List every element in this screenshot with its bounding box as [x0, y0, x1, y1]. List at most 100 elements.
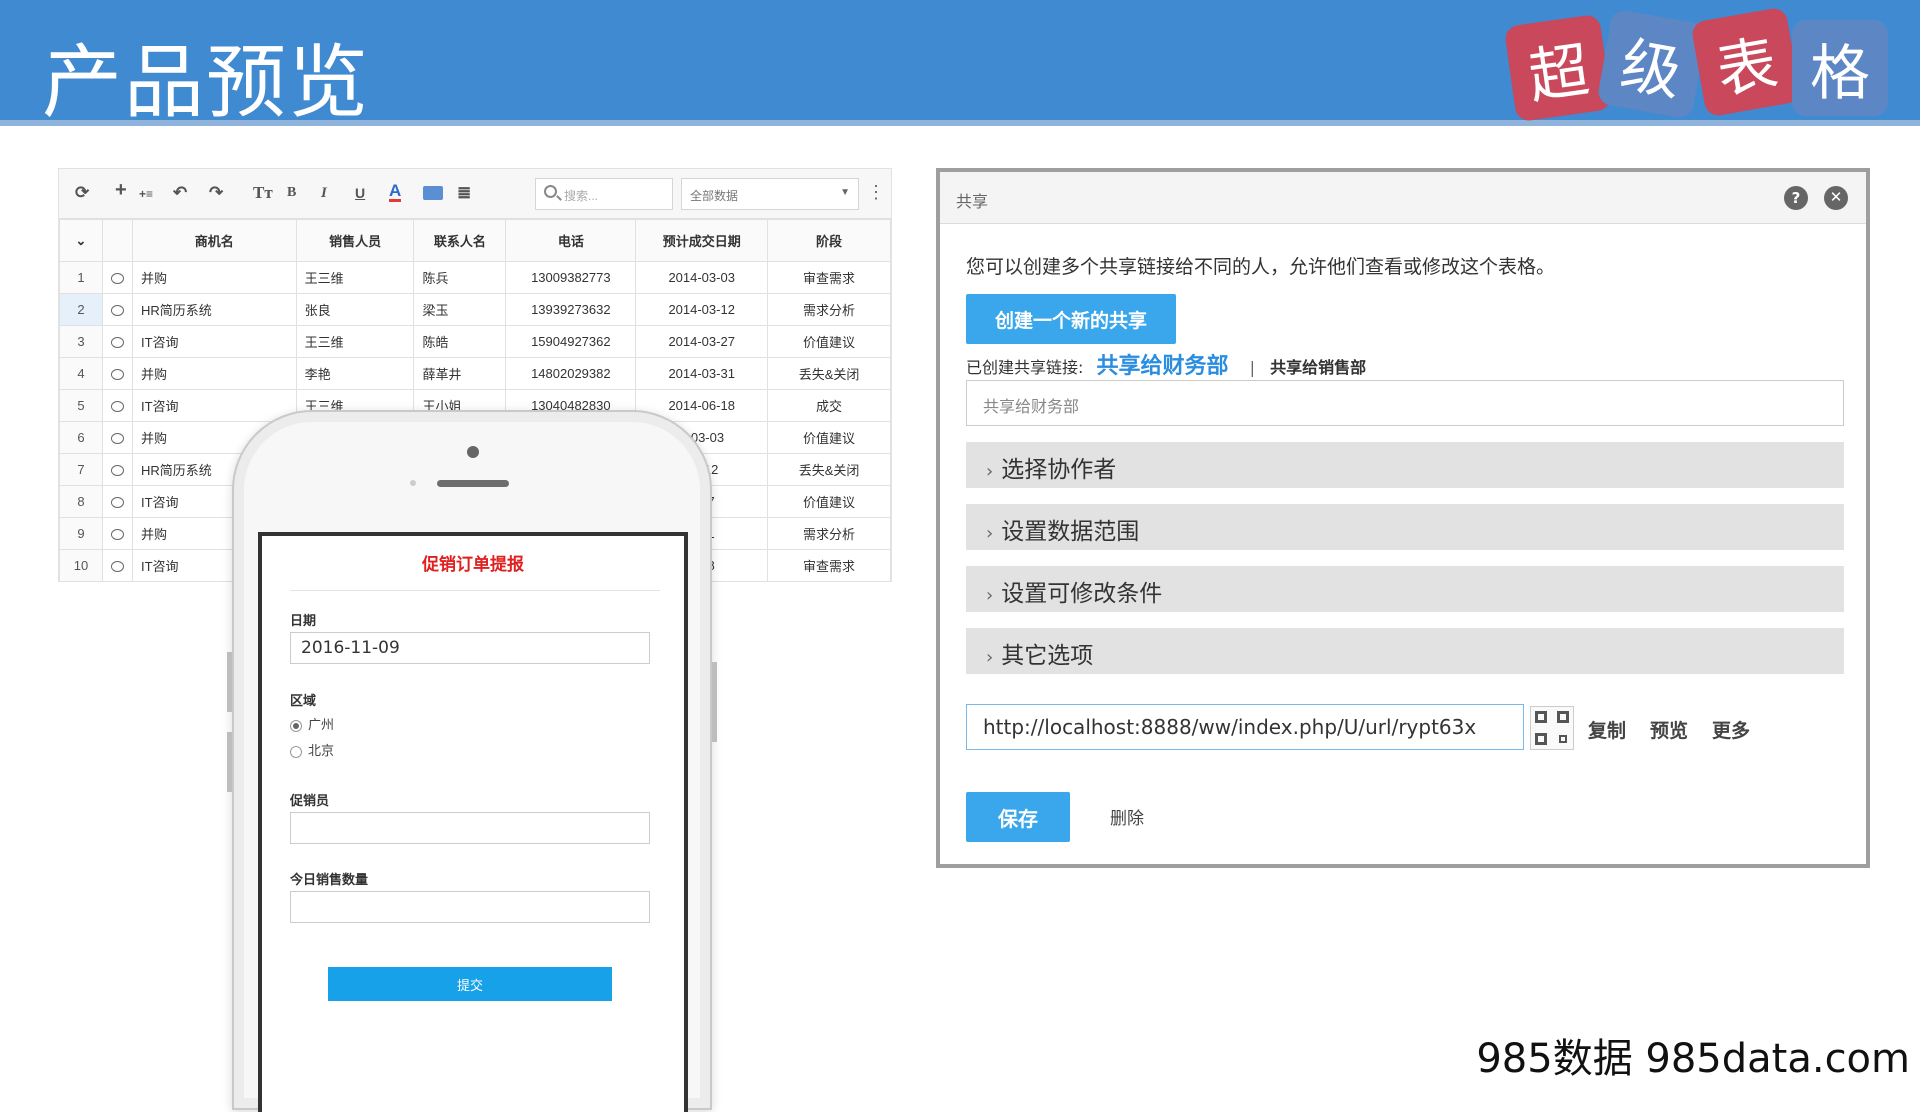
date-field[interactable]: 2016-11-09 — [290, 632, 650, 664]
comment-icon[interactable] — [101, 421, 133, 454]
comment-icon[interactable] — [101, 389, 133, 422]
cell-opportunity[interactable]: IT咨询 — [131, 389, 297, 422]
column-header[interactable]: 联系人名 — [413, 219, 507, 262]
row-number[interactable]: 4 — [59, 357, 103, 390]
cell-phone[interactable]: 14802029382 — [505, 357, 637, 390]
share-link-sales[interactable]: 共享给销售部 — [1270, 358, 1366, 377]
column-header[interactable]: 预计成交日期 — [635, 219, 769, 262]
search-input[interactable]: 搜索... — [535, 178, 673, 210]
row-number[interactable]: 9 — [59, 517, 103, 550]
more-menu-icon[interactable]: ⋮ — [867, 182, 885, 203]
cell-stage[interactable]: 价值建议 — [767, 325, 891, 358]
cell-salesperson[interactable]: 王三维 — [295, 261, 415, 294]
row-number[interactable]: 7 — [59, 453, 103, 486]
cell-stage[interactable]: 成交 — [767, 389, 891, 422]
comment-icon[interactable] — [101, 357, 133, 390]
delete-button[interactable]: 删除 — [1110, 804, 1144, 829]
cell-opportunity[interactable]: HR简历系统 — [131, 293, 297, 326]
align-icon[interactable]: ≣ — [457, 183, 471, 203]
comment-icon[interactable] — [101, 517, 133, 550]
cell-opportunity[interactable]: 并购 — [131, 357, 297, 390]
section-collaborators[interactable]: › 选择协作者 — [966, 442, 1844, 488]
preview-link-button[interactable]: 预览 — [1650, 716, 1688, 743]
qr-code-icon[interactable] — [1530, 706, 1574, 750]
bold-icon[interactable]: B — [287, 183, 296, 203]
cell-phone[interactable]: 13939273632 — [505, 293, 637, 326]
text-size-icon[interactable]: Tт — [253, 183, 273, 203]
cell-phone[interactable]: 13009382773 — [505, 261, 637, 294]
row-number[interactable]: 3 — [59, 325, 103, 358]
column-header[interactable]: 商机名 — [131, 219, 297, 262]
submit-button[interactable]: 提交 — [328, 967, 612, 1001]
comment-icon[interactable] — [101, 261, 133, 294]
cell-close-date[interactable]: 2014-03-27 — [635, 325, 769, 358]
share-url-field[interactable]: http://localhost:8888/ww/index.php/U/url… — [966, 704, 1524, 750]
cell-phone[interactable]: 15904927362 — [505, 325, 637, 358]
table-row[interactable]: 4 并购 李艳 薛革井 14802029382 2014-03-31 丢失&关闭 — [59, 357, 891, 390]
row-number[interactable]: 5 — [59, 389, 103, 422]
fill-color-icon[interactable] — [423, 186, 443, 200]
cell-stage[interactable]: 丢失&关闭 — [767, 453, 891, 486]
cell-stage[interactable]: 价值建议 — [767, 485, 891, 518]
column-header[interactable]: 电话 — [505, 219, 637, 262]
share-link-finance[interactable]: 共享给财务部 — [1097, 354, 1229, 379]
row-number[interactable]: 2 — [59, 293, 103, 326]
column-header[interactable]: 阶段 — [767, 219, 891, 262]
section-data-range[interactable]: › 设置数据范围 — [966, 504, 1844, 550]
cell-stage[interactable]: 需求分析 — [767, 293, 891, 326]
cell-contact[interactable]: 陈兵 — [413, 261, 507, 294]
select-all-chevron-icon[interactable]: ⌄ — [59, 219, 103, 262]
comment-icon[interactable] — [101, 325, 133, 358]
cell-contact[interactable]: 薛革井 — [413, 357, 507, 390]
promoter-field[interactable] — [290, 812, 650, 844]
cell-stage[interactable]: 审查需求 — [767, 549, 891, 582]
table-row[interactable]: 2 HR简历系统 张良 梁玉 13939273632 2014-03-12 需求分析 — [59, 293, 891, 326]
font-color-icon[interactable]: A — [389, 182, 402, 202]
comment-icon[interactable] — [101, 293, 133, 326]
cell-close-date[interactable]: 2014-03-03 — [635, 261, 769, 294]
copy-link-button[interactable]: 复制 — [1588, 716, 1626, 743]
cell-close-date[interactable]: 2014-03-12 — [635, 293, 769, 326]
help-icon[interactable]: ? — [1784, 186, 1808, 210]
column-header[interactable]: 销售人员 — [295, 219, 415, 262]
filter-select[interactable]: 全部数据 ▼ — [681, 178, 859, 210]
undo-icon[interactable]: ↶ — [173, 183, 187, 203]
cell-close-date[interactable]: 2014-03-31 — [635, 357, 769, 390]
insert-row-icon[interactable]: +≡ — [139, 184, 153, 204]
cell-salesperson[interactable]: 李艳 — [295, 357, 415, 390]
cell-stage[interactable]: 价值建议 — [767, 421, 891, 454]
comment-icon[interactable] — [101, 549, 133, 582]
region-option-beijing[interactable]: 北京 — [290, 740, 334, 759]
comment-icon[interactable] — [101, 453, 133, 486]
save-button[interactable]: 保存 — [966, 792, 1070, 842]
comment-icon[interactable] — [101, 485, 133, 518]
cell-salesperson[interactable]: 张良 — [295, 293, 415, 326]
region-option-guangzhou[interactable]: 广州 — [290, 714, 334, 733]
row-number[interactable]: 6 — [59, 421, 103, 454]
more-link-button[interactable]: 更多 — [1712, 716, 1750, 743]
sales-qty-field[interactable] — [290, 891, 650, 923]
row-number[interactable]: 8 — [59, 485, 103, 518]
cell-stage[interactable]: 审查需求 — [767, 261, 891, 294]
close-icon[interactable]: ✕ — [1824, 186, 1848, 210]
cell-stage[interactable]: 丢失&关闭 — [767, 357, 891, 390]
cell-stage[interactable]: 需求分析 — [767, 517, 891, 550]
section-edit-conditions[interactable]: › 设置可修改条件 — [966, 566, 1844, 612]
cell-opportunity[interactable]: IT咨询 — [131, 325, 297, 358]
cell-salesperson[interactable]: 王三维 — [295, 325, 415, 358]
cell-contact[interactable]: 陈皓 — [413, 325, 507, 358]
underline-icon[interactable]: U — [355, 183, 365, 203]
cell-opportunity[interactable]: 并购 — [131, 261, 297, 294]
refresh-icon[interactable]: ⟳ — [75, 183, 89, 203]
add-icon[interactable]: + — [115, 180, 127, 200]
create-share-button[interactable]: 创建一个新的共享 — [966, 294, 1176, 344]
table-row[interactable]: 3 IT咨询 王三维 陈皓 15904927362 2014-03-27 价值建议 — [59, 325, 891, 358]
section-other-options[interactable]: › 其它选项 — [966, 628, 1844, 674]
row-number[interactable]: 10 — [59, 549, 103, 582]
redo-icon[interactable]: ↷ — [209, 183, 223, 203]
italic-icon[interactable]: I — [321, 183, 327, 203]
row-number[interactable]: 1 — [59, 261, 103, 294]
cell-contact[interactable]: 梁玉 — [413, 293, 507, 326]
table-row[interactable]: 1 并购 王三维 陈兵 13009382773 2014-03-03 审查需求 — [59, 261, 891, 294]
share-name-input[interactable]: 共享给财务部 — [966, 380, 1844, 426]
